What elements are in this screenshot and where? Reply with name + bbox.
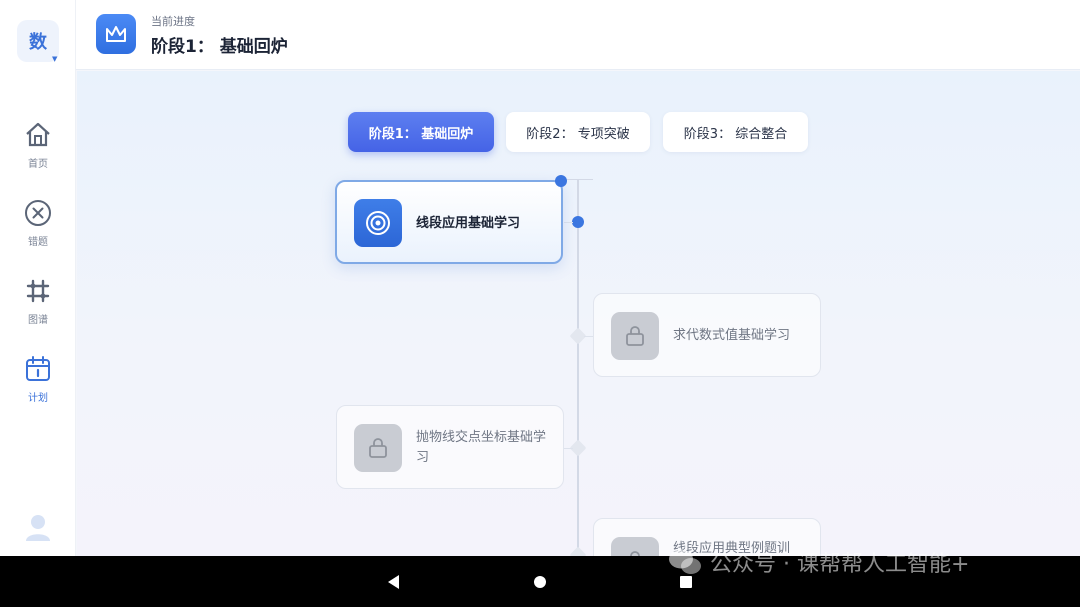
sidebar: 数 ▼ 首页 错题 图谱 计划: [0, 0, 76, 556]
lock-icon: [369, 438, 387, 458]
main-content: 阶段1： 基础回炉 阶段2： 专项突破 阶段3： 综合整合 线段应用基础学习 求…: [77, 71, 1080, 556]
sidebar-item-label: 错题: [28, 237, 48, 248]
sidebar-item-home[interactable]: 首页: [0, 121, 76, 181]
page-title: 阶段1： 基础回炉: [151, 37, 288, 57]
sidebar-item-label: 计划: [28, 393, 48, 404]
user-avatar-icon[interactable]: [25, 514, 51, 542]
home-button-icon[interactable]: [534, 576, 546, 588]
progress-icon-tile: [96, 14, 136, 54]
home-icon: [26, 122, 50, 147]
sidebar-item-label: 图谱: [28, 315, 48, 326]
card-icon-tile: [354, 424, 402, 472]
roadmap-card-1[interactable]: 线段应用基础学习: [335, 180, 563, 264]
sidebar-item-plan[interactable]: 计划: [0, 355, 76, 415]
card-icon-tile: [611, 537, 659, 556]
target-icon: [366, 211, 390, 235]
sidebar-item-label: 首页: [28, 159, 48, 170]
wechat-icon: [669, 549, 701, 574]
calendar-icon: [26, 356, 50, 381]
card-icon-tile: [611, 312, 659, 360]
sidebar-item-graph[interactable]: 图谱: [0, 277, 76, 337]
subject-badge-label: 数: [29, 32, 47, 53]
roadmap-card-label: 线段应用基础学习: [416, 216, 521, 231]
back-icon[interactable]: [388, 575, 399, 589]
roadmap-card-2[interactable]: 求代数式值基础学习: [593, 293, 821, 377]
header: 当前进度 阶段1： 基础回炉: [76, 0, 1080, 70]
active-pin-dot: [555, 175, 567, 187]
timeline-line: [577, 179, 579, 556]
roadmap-card-3[interactable]: 抛物线交点坐标基础学习: [336, 405, 564, 489]
progress-subtitle: 当前进度: [151, 15, 195, 28]
roadmap-card-label: 求代数式值基础学习: [673, 328, 791, 343]
tab-stage-1[interactable]: 阶段1： 基础回炉: [348, 112, 494, 152]
watermark: 公众号 · 课帮帮人工智能+: [668, 542, 969, 582]
timeline-node-active: [572, 216, 584, 228]
tab-stage-3[interactable]: 阶段3： 综合整合: [663, 112, 808, 152]
watermark-text: 公众号 · 课帮帮人工智能+: [710, 552, 970, 577]
card-icon-tile: [354, 199, 402, 247]
roadmap-card-label: 抛物线交点坐标基础学习: [416, 430, 547, 465]
graph-icon: [26, 279, 50, 303]
caret-down-icon: ▼: [52, 55, 58, 63]
connector: [564, 448, 573, 449]
tab-stage-2[interactable]: 阶段2： 专项突破: [506, 112, 650, 152]
timeline-divider: [563, 179, 593, 180]
timeline-node: [569, 546, 587, 556]
sidebar-item-mistakes[interactable]: 错题: [0, 199, 76, 259]
x-circle-icon: [25, 200, 51, 226]
lock-icon: [626, 326, 644, 346]
mountain-icon: [106, 26, 126, 42]
connector: [564, 222, 573, 223]
